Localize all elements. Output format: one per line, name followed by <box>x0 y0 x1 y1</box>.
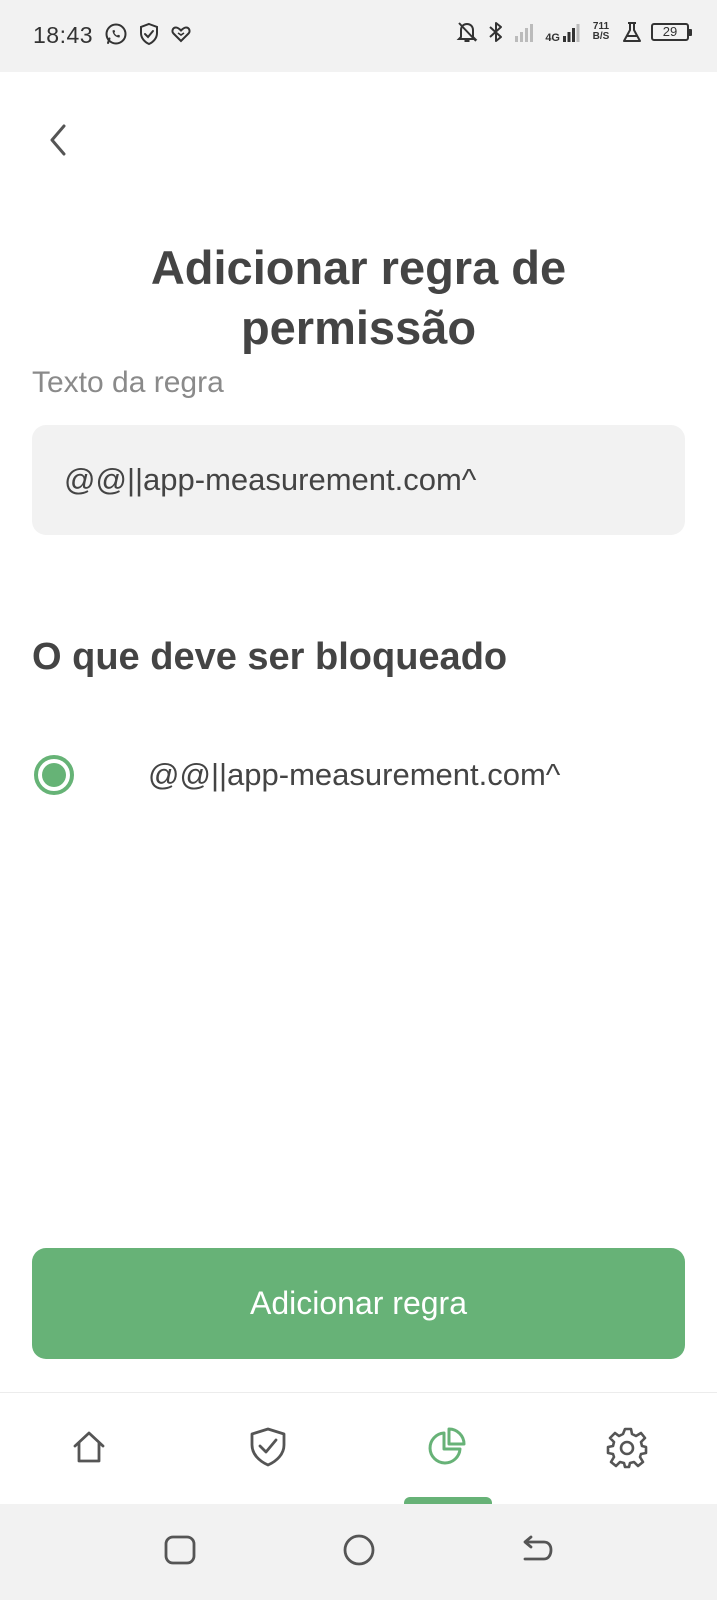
recent-apps-icon <box>163 1533 197 1572</box>
block-option-label: @@||app-measurement.com^ <box>148 757 561 792</box>
network-type: 4G <box>545 32 560 44</box>
shield-check-icon <box>138 22 160 46</box>
nav-statistics[interactable] <box>418 1421 474 1477</box>
screen: 18:43 4G 711 B/S 29 Adicionar regra de p… <box>0 0 717 1600</box>
rule-text-input[interactable]: @@||app-measurement.com^ <box>32 425 685 535</box>
back-system-button[interactable] <box>515 1530 559 1574</box>
network-speed-unit: B/S <box>592 31 610 42</box>
back-button[interactable] <box>36 120 80 164</box>
flask-icon <box>622 21 642 43</box>
nav-home[interactable] <box>61 1421 117 1477</box>
radio-dot <box>42 763 66 787</box>
pie-chart-icon <box>425 1426 467 1473</box>
rule-text-label: Texto da regra <box>32 366 224 399</box>
page-title: Adicionar regra de permissão <box>150 241 567 354</box>
home-icon <box>69 1427 109 1472</box>
bell-off-icon <box>456 20 478 44</box>
bottom-nav <box>0 1392 717 1507</box>
chevron-left-icon <box>46 122 70 163</box>
bluetooth-icon <box>487 20 505 44</box>
system-nav-bar <box>0 1504 717 1600</box>
battery-icon: 29 <box>651 23 692 41</box>
radio-selected-icon <box>34 755 74 795</box>
heart-icon <box>170 23 192 45</box>
home-system-button[interactable] <box>337 1530 381 1574</box>
block-section-heading: O que deve ser bloqueado <box>32 636 508 678</box>
home-circle-icon <box>342 1533 376 1572</box>
back-arrow-icon <box>519 1533 555 1572</box>
shield-check-icon <box>247 1425 289 1474</box>
block-option-radio[interactable]: @@||app-measurement.com^ <box>34 755 560 795</box>
network-speed: 711 B/S <box>589 22 613 42</box>
rule-text-value: @@||app-measurement.com^ <box>64 462 477 497</box>
nav-protection[interactable] <box>240 1421 296 1477</box>
status-left-icons <box>104 22 192 46</box>
signal-4g-icon: 4G <box>545 21 580 44</box>
whatsapp-icon <box>104 22 128 46</box>
status-bar: 18:43 4G 711 B/S 29 <box>0 0 717 72</box>
status-time: 18:43 <box>33 22 94 48</box>
add-rule-button[interactable]: Adicionar regra <box>32 1248 685 1359</box>
recent-apps-button[interactable] <box>158 1530 202 1574</box>
gear-icon <box>606 1425 650 1474</box>
signal-icon <box>514 21 536 43</box>
nav-settings[interactable] <box>600 1421 656 1477</box>
status-right-icons: 4G 711 B/S 29 <box>456 20 692 44</box>
